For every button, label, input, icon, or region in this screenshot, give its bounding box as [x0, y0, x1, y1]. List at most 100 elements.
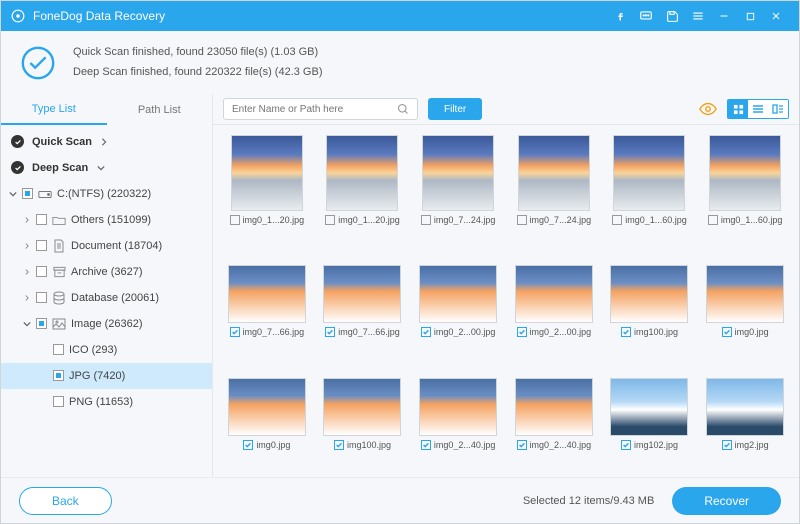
tab-path-list[interactable]: Path List — [107, 95, 213, 125]
thumbnail[interactable]: img0.jpg — [221, 368, 313, 473]
deep-scan-status: Deep Scan finished, found 220322 file(s)… — [73, 63, 322, 83]
deep-scan-header[interactable]: Deep Scan — [1, 155, 212, 181]
recover-button[interactable]: Recover — [672, 487, 781, 515]
thumbnail-filename: img0_2...00.jpg — [530, 327, 592, 337]
thumbnail-checkbox[interactable] — [325, 327, 335, 337]
maximize-icon[interactable] — [737, 11, 763, 22]
thumbnail-checkbox[interactable] — [621, 327, 631, 337]
thumbnail[interactable]: img0_7...66.jpg — [221, 255, 313, 360]
thumbnail-checkbox[interactable] — [421, 215, 431, 225]
search-box[interactable] — [223, 98, 418, 120]
tab-type-list[interactable]: Type List — [1, 95, 107, 125]
tree-node-document[interactable]: Document (18704) — [1, 233, 212, 259]
toolbar: Filter — [213, 95, 799, 125]
thumbnail-filename: img0_1...60.jpg — [625, 215, 687, 225]
file-tree: Quick Scan Deep Scan C:(NTFS) (220322) O… — [1, 125, 212, 419]
preview-icon[interactable] — [699, 102, 717, 116]
thumbnail-filename: img0_7...24.jpg — [434, 215, 496, 225]
thumbnail[interactable]: img0_7...24.jpg — [508, 135, 600, 248]
quick-scan-header[interactable]: Quick Scan — [1, 129, 212, 155]
back-button[interactable]: Back — [19, 487, 112, 515]
thumbnail-filename: img0_7...24.jpg — [530, 215, 592, 225]
checkbox[interactable] — [36, 266, 47, 277]
tree-node-others[interactable]: Others (151099) — [1, 207, 212, 233]
thumbnail-filename: img0_1...20.jpg — [338, 215, 400, 225]
checkbox[interactable] — [53, 370, 64, 381]
thumbnail-checkbox[interactable] — [708, 215, 718, 225]
facebook-icon[interactable] — [607, 10, 633, 22]
thumbnail[interactable]: img0_1...20.jpg — [221, 135, 313, 248]
minimize-icon[interactable] — [711, 10, 737, 22]
thumbnail-checkbox[interactable] — [421, 440, 431, 450]
thumbnail-filename: img0_1...60.jpg — [721, 215, 783, 225]
tree-node-drive[interactable]: C:(NTFS) (220322) — [1, 181, 212, 207]
checkbox[interactable] — [53, 396, 64, 407]
thumbnail-filename: img0_2...00.jpg — [434, 327, 496, 337]
thumbnail[interactable]: img0_7...66.jpg — [317, 255, 409, 360]
checkbox[interactable] — [36, 214, 47, 225]
checkbox[interactable] — [36, 318, 47, 329]
thumbnail-checkbox[interactable] — [230, 215, 240, 225]
thumbnail-image — [419, 265, 497, 323]
thumbnail[interactable]: img0_1...20.jpg — [317, 135, 409, 248]
thumbnail-checkbox[interactable] — [243, 440, 253, 450]
tree-node-archive[interactable]: Archive (3627) — [1, 259, 212, 285]
thumbnail-checkbox[interactable] — [517, 440, 527, 450]
thumbnail-image — [706, 265, 784, 323]
save-icon[interactable] — [659, 10, 685, 23]
content: Type List Path List Quick Scan Deep Scan… — [1, 95, 799, 483]
thumbnail-checkbox[interactable] — [612, 215, 622, 225]
tree-node-png[interactable]: PNG (11653) — [1, 389, 212, 415]
titlebar: FoneDog Data Recovery — [1, 1, 799, 31]
thumbnail-checkbox[interactable] — [517, 215, 527, 225]
thumbnail-image — [228, 265, 306, 323]
thumbnail[interactable]: img2.jpg — [699, 368, 791, 473]
checkbox[interactable] — [36, 292, 47, 303]
thumbnail[interactable]: img0_1...60.jpg — [604, 135, 696, 248]
thumbnail[interactable]: img100.jpg — [317, 368, 409, 473]
thumbnail[interactable]: img0_2...40.jpg — [412, 368, 504, 473]
thumbnail[interactable]: img0_2...00.jpg — [508, 255, 600, 360]
thumbnail[interactable]: img0_2...40.jpg — [508, 368, 600, 473]
thumbnail[interactable]: img0_7...24.jpg — [412, 135, 504, 248]
thumbnail[interactable]: img100.jpg — [604, 255, 696, 360]
thumbnail-checkbox[interactable] — [230, 327, 240, 337]
thumbnail-image — [518, 135, 590, 211]
thumbnail-checkbox[interactable] — [722, 327, 732, 337]
tree-node-jpg[interactable]: JPG (7420) — [1, 363, 212, 389]
filter-button[interactable]: Filter — [428, 98, 482, 120]
main-panel: Filter img0_1...20.jpgimg0_1...20.jpgimg… — [213, 95, 799, 483]
thumbnail-checkbox[interactable] — [325, 215, 335, 225]
close-icon[interactable] — [763, 10, 789, 22]
grid-view-icon[interactable] — [728, 100, 748, 118]
app-title: FoneDog Data Recovery — [33, 9, 165, 23]
list-view-icon[interactable] — [748, 100, 768, 118]
checkbox[interactable] — [53, 344, 64, 355]
checkbox[interactable] — [22, 188, 33, 199]
tree-node-ico[interactable]: ICO (293) — [1, 337, 212, 363]
thumbnail-filename: img0.jpg — [735, 327, 769, 337]
thumbnail[interactable]: img0_1...60.jpg — [699, 135, 791, 248]
thumbnail-checkbox[interactable] — [621, 440, 631, 450]
menu-icon[interactable] — [685, 9, 711, 23]
thumbnail-filename: img2.jpg — [735, 440, 769, 450]
app-logo-icon — [11, 9, 25, 23]
thumbnail[interactable]: img0.jpg — [699, 255, 791, 360]
status-panel: Quick Scan finished, found 23050 file(s)… — [1, 31, 799, 95]
tree-node-database[interactable]: Database (20061) — [1, 285, 212, 311]
thumbnail-checkbox[interactable] — [334, 440, 344, 450]
chevron-down-icon — [9, 190, 17, 198]
tree-node-image[interactable]: Image (26362) — [1, 311, 212, 337]
thumbnail-filename: img0_2...40.jpg — [530, 440, 592, 450]
thumbnail-checkbox[interactable] — [421, 327, 431, 337]
feedback-icon[interactable] — [633, 9, 659, 23]
checkbox[interactable] — [36, 240, 47, 251]
thumbnail-checkbox[interactable] — [517, 327, 527, 337]
thumbnail[interactable]: img102.jpg — [604, 368, 696, 473]
thumbnail-image — [610, 265, 688, 323]
search-input[interactable] — [232, 104, 397, 115]
thumbnail-checkbox[interactable] — [722, 440, 732, 450]
thumbnail[interactable]: img0_2...00.jpg — [412, 255, 504, 360]
thumbnail-image — [323, 378, 401, 436]
detail-view-icon[interactable] — [768, 100, 788, 118]
